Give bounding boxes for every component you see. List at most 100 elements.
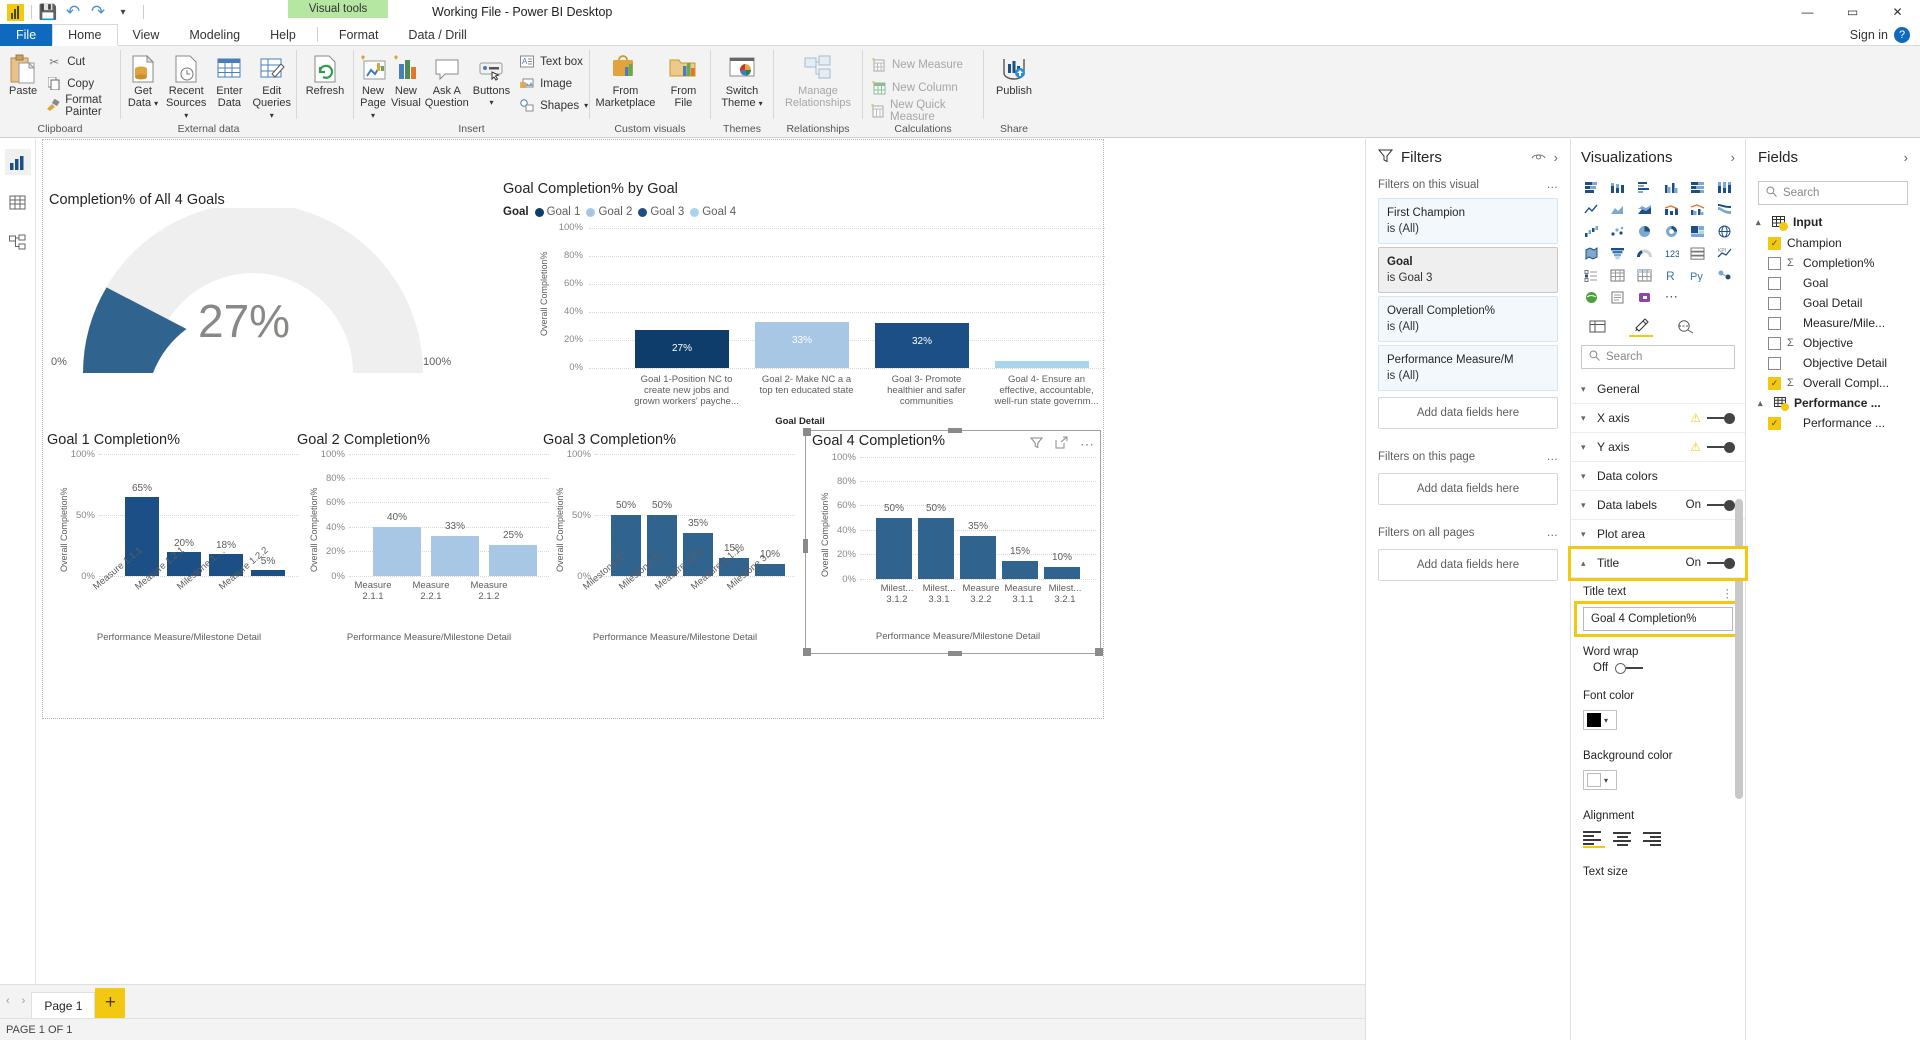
new-page-button[interactable]: New Page ▾ [359, 50, 387, 122]
minimize-button[interactable]: — [1785, 0, 1830, 24]
field-item-champion[interactable]: ✓ Champion [1746, 233, 1920, 253]
visual-completion-gauge[interactable]: Completion% of All 4 Goals 0% 100% 27% [43, 184, 498, 384]
field-item-objective[interactable]: Σ Objective [1746, 333, 1920, 353]
format-section-data-colors[interactable]: ▾ Data colors [1571, 462, 1745, 491]
copy-button[interactable]: Copy [43, 74, 115, 93]
clustered-bar-chart-icon[interactable] [1632, 177, 1657, 197]
page-filter-dropzone[interactable]: Add data fields here [1378, 473, 1558, 505]
new-measure-button[interactable]: New Measure [868, 55, 978, 74]
filter-card-goal[interactable]: Goal is Goal 3 [1378, 247, 1558, 293]
resize-handle-bottom-center[interactable] [948, 651, 962, 656]
chevron-up-icon[interactable]: ▴ [1756, 217, 1766, 228]
refresh-button[interactable]: Refresh [302, 50, 348, 97]
y-axis-toggle[interactable] [1707, 441, 1735, 453]
ribbon-tab-home[interactable]: Home [52, 24, 118, 46]
field-item-overall-completion[interactable]: ✓ Σ Overall Compl... [1746, 373, 1920, 393]
title-text-input[interactable]: Goal 4 Completion% [1583, 607, 1733, 631]
filter-card-performance-measure[interactable]: Performance Measure/M is (All) [1378, 345, 1558, 391]
edit-queries-button[interactable]: Edit Queries ▾ [252, 50, 291, 122]
visual-goal-2-completion[interactable]: Goal 2 Completion% Overall Completion% 1… [293, 432, 551, 654]
filter-icon[interactable] [1029, 436, 1044, 452]
pie-chart-icon[interactable] [1632, 221, 1657, 241]
resize-handle-bottom-left[interactable] [803, 648, 811, 656]
format-section-y-axis[interactable]: ▾ Y axis ⚠ [1571, 433, 1745, 462]
visual-goal-3-completion[interactable]: Goal 3 Completion% Overall Completion% 1… [539, 432, 797, 654]
align-right-icon[interactable] [1639, 830, 1661, 848]
from-file-button[interactable]: From File [662, 50, 705, 109]
shapes-button[interactable]: Shapes ▾ [516, 96, 591, 115]
resize-handle-top-left[interactable] [803, 428, 811, 436]
cut-button[interactable]: ✂ Cut [43, 52, 115, 71]
ribbon-tab-view[interactable]: View [118, 24, 175, 46]
help-icon[interactable]: ? [1894, 27, 1910, 43]
goal-chart-bar-4[interactable] [995, 361, 1089, 368]
checkbox-icon[interactable] [1768, 316, 1781, 330]
line-stacked-column-icon[interactable] [1658, 199, 1684, 219]
align-left-icon[interactable] [1583, 830, 1605, 848]
page-next-icon[interactable]: › [22, 995, 26, 1007]
py-visual-icon[interactable]: Py [1685, 265, 1711, 285]
resize-handle-top-center[interactable] [948, 428, 962, 433]
collapse-filters-chevron-right-icon[interactable]: › [1554, 150, 1558, 165]
table-icon[interactable] [1605, 265, 1631, 285]
fields-search-input[interactable]: Search [1758, 181, 1908, 205]
from-marketplace-button[interactable]: From Marketplace [595, 50, 656, 109]
section-more-options-icon[interactable]: … [1547, 451, 1559, 463]
100-stacked-bar-icon[interactable] [1685, 177, 1711, 197]
more-visuals-icon[interactable]: ⋯ [1658, 287, 1684, 307]
checkbox-icon[interactable] [1768, 256, 1781, 270]
visual-goal-1-completion[interactable]: Goal 1 Completion% Overall Completion% 1… [43, 432, 301, 654]
goal-1-bar-4[interactable] [251, 570, 285, 576]
arcgis-map-icon[interactable] [1579, 287, 1604, 307]
new-visual-button[interactable]: New Visual [391, 50, 421, 109]
model-view-icon[interactable] [5, 229, 31, 255]
get-data-button[interactable]: Get Data ▾ [126, 50, 160, 110]
format-section-plot-area[interactable]: ▾ Plot area [1571, 520, 1745, 549]
visual-goal-4-completion[interactable]: Goal 4 Completion% ⋯ Overall Completion%… [803, 428, 1103, 656]
title-toggle[interactable] [1707, 557, 1735, 569]
checkbox-checked-icon[interactable]: ✓ [1768, 376, 1781, 390]
new-column-button[interactable]: New Column [868, 78, 978, 97]
word-wrap-toggle[interactable] [1615, 662, 1644, 674]
checkbox-icon[interactable] [1768, 276, 1781, 290]
ribbon-tab-file[interactable]: File [0, 24, 53, 46]
format-search-input[interactable]: Search [1581, 345, 1735, 369]
resize-handle-left-middle[interactable] [803, 539, 808, 553]
checkbox-checked-icon[interactable]: ✓ [1768, 416, 1781, 430]
collapse-visualizations-chevron-right-icon[interactable]: › [1731, 150, 1735, 165]
multi-row-card-icon[interactable] [1685, 243, 1711, 263]
data-view-icon[interactable] [5, 189, 31, 215]
legend-item-goal-4[interactable]: Goal 4 [702, 206, 736, 218]
data-labels-toggle[interactable] [1707, 499, 1735, 511]
goal-4-bar-2[interactable] [918, 518, 954, 579]
undo-icon[interactable]: ↶ [64, 2, 82, 21]
resize-handle-bottom-right[interactable] [1095, 648, 1103, 656]
page-tab-page-1[interactable]: Page 1 [31, 992, 96, 1018]
r-script-icon[interactable]: R [1658, 265, 1684, 285]
format-section-general[interactable]: ▾ General [1571, 375, 1745, 404]
sign-in-link[interactable]: Sign in [1850, 24, 1888, 46]
ribbon-tab-data-drill[interactable]: Data / Drill [393, 24, 481, 46]
more-options-icon[interactable]: ⋯ [1080, 437, 1094, 451]
redo-icon[interactable]: ↷ [89, 2, 107, 21]
x-axis-toggle[interactable] [1707, 412, 1735, 424]
format-section-x-axis[interactable]: ▾ X axis ⚠ [1571, 404, 1745, 433]
stacked-area-chart-icon[interactable] [1632, 199, 1657, 219]
title-text-more-options-icon[interactable]: ⋮ [1722, 586, 1734, 600]
checkbox-icon[interactable] [1768, 356, 1781, 370]
gauge-icon[interactable] [1632, 243, 1657, 263]
area-chart-icon[interactable] [1605, 199, 1631, 219]
ribbon-tab-format[interactable]: Format [324, 24, 394, 46]
funnel-icon[interactable] [1605, 243, 1631, 263]
goal-2-bar-2[interactable] [431, 536, 479, 576]
goal-4-bar-3[interactable] [960, 536, 996, 579]
text-box-button[interactable]: A Text box [516, 52, 591, 71]
report-page-surface[interactable]: Completion% of All 4 Goals 0% 100% 27% G… [42, 139, 1105, 719]
ribbon-chart-icon[interactable] [1712, 199, 1737, 219]
new-quick-measure-button[interactable]: New Quick Measure [868, 99, 978, 123]
field-item-objective-detail[interactable]: Objective Detail [1746, 353, 1920, 373]
fields-tab-icon[interactable] [1585, 315, 1609, 337]
font-color-picker[interactable]: ▾ [1583, 710, 1617, 730]
filter-card-first-champion[interactable]: First Champion is (All) [1378, 198, 1558, 244]
eye-icon[interactable] [1531, 150, 1546, 165]
